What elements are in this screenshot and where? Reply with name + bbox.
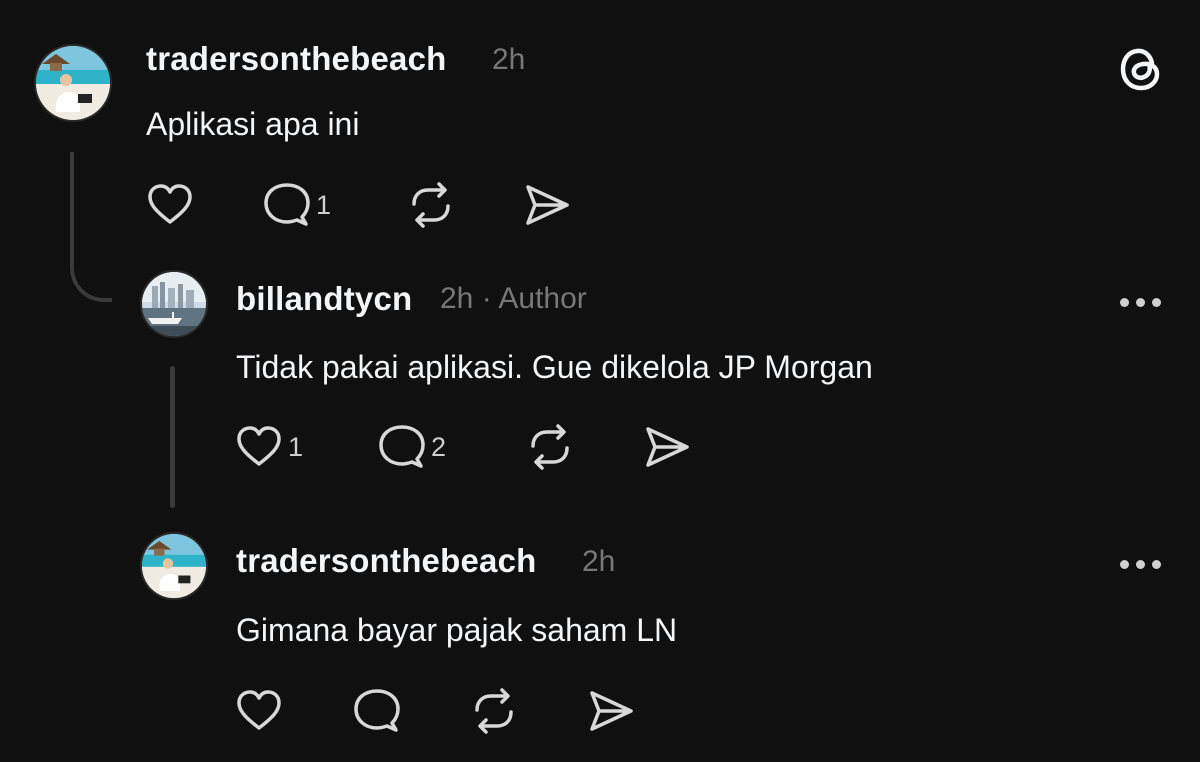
avatar[interactable] <box>140 270 208 338</box>
heart-icon <box>148 184 192 224</box>
meta-separator: · <box>481 282 492 315</box>
send-icon <box>590 691 633 731</box>
repost-icon <box>531 424 569 470</box>
repost-icon <box>475 688 513 734</box>
heart-icon <box>237 426 281 466</box>
author-badge: Author <box>498 282 587 315</box>
comment-button[interactable]: 2 <box>377 422 446 472</box>
post-time: 2h <box>440 282 474 315</box>
comment-count: 1 <box>316 189 332 220</box>
post-time: 2h <box>492 43 526 76</box>
share-button[interactable] <box>522 180 576 230</box>
more-options-button[interactable] <box>1120 560 1161 569</box>
send-icon <box>526 185 569 225</box>
like-button[interactable] <box>145 180 199 230</box>
like-button[interactable] <box>234 686 288 736</box>
send-icon <box>646 427 689 467</box>
share-button[interactable] <box>642 422 696 472</box>
comment-icon <box>264 183 310 226</box>
thread-view: tradersonthebeach 2h Aplikasi apa ini 1 <box>0 0 1200 762</box>
repost-button[interactable] <box>406 180 460 230</box>
marina-avatar-icon <box>142 272 206 336</box>
more-options-button[interactable] <box>1120 298 1161 307</box>
dot-icon <box>1152 560 1161 569</box>
avatar[interactable] <box>34 44 112 122</box>
repost-button[interactable] <box>469 686 523 736</box>
repost-icon <box>412 182 450 228</box>
thread-connector <box>70 152 112 302</box>
post-username[interactable]: billandtycn <box>236 280 412 318</box>
like-button[interactable]: 1 <box>234 422 303 472</box>
comment-button[interactable]: 1 <box>262 180 331 230</box>
comment-icon <box>354 689 400 732</box>
beach-avatar-icon <box>142 534 206 598</box>
thread-line <box>170 366 175 508</box>
threads-logo-icon[interactable] <box>1116 44 1166 94</box>
beach-avatar-icon <box>36 46 110 120</box>
post-time: 2h <box>582 545 616 578</box>
repost-button[interactable] <box>525 422 579 472</box>
comment-icon <box>379 425 425 468</box>
post-meta: 2h · Author <box>440 282 587 316</box>
share-button[interactable] <box>586 686 640 736</box>
avatar[interactable] <box>140 532 208 600</box>
post-text: Tidak pakai aplikasi. Gue dikelola JP Mo… <box>236 349 873 385</box>
post-username[interactable]: tradersonthebeach <box>146 40 446 78</box>
comment-button[interactable] <box>352 686 406 736</box>
dot-icon <box>1152 298 1161 307</box>
like-count: 1 <box>288 431 304 462</box>
comment-count: 2 <box>431 431 447 462</box>
dot-icon <box>1136 560 1145 569</box>
post-username[interactable]: tradersonthebeach <box>236 542 536 580</box>
dot-icon <box>1136 298 1145 307</box>
dot-icon <box>1120 560 1129 569</box>
post-text: Aplikasi apa ini <box>146 106 360 142</box>
dot-icon <box>1120 298 1129 307</box>
heart-icon <box>237 690 281 730</box>
post-text: Gimana bayar pajak saham LN <box>236 612 678 648</box>
